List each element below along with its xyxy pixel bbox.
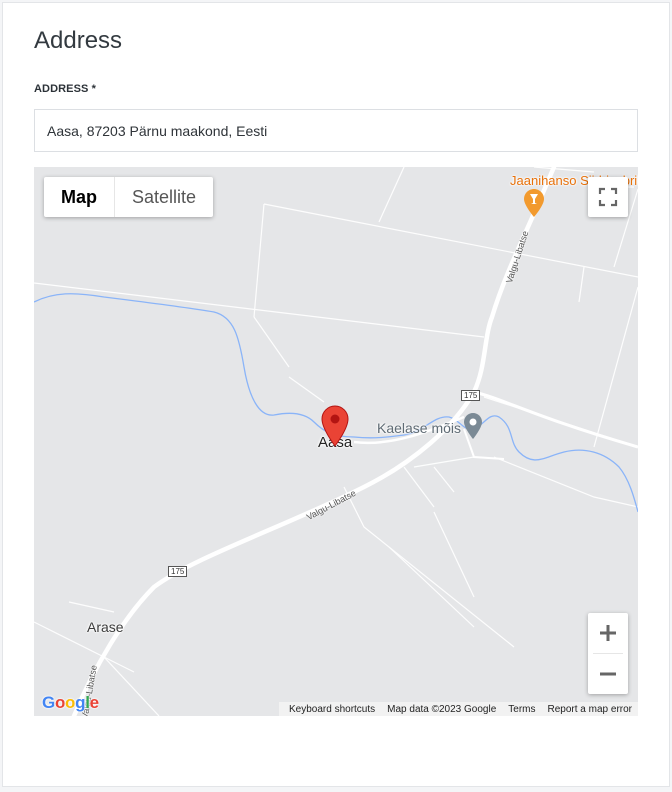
fullscreen-button[interactable] xyxy=(588,177,628,217)
route-shield: 175 xyxy=(461,390,481,401)
place-label-kaelase[interactable]: Kaelase mõis xyxy=(377,420,461,436)
fullscreen-icon xyxy=(598,187,618,207)
map-pin-icon[interactable] xyxy=(321,405,349,447)
map-attribution: Keyboard shortcuts Map data ©2023 Google… xyxy=(278,702,638,716)
zoom-out-icon xyxy=(600,672,616,676)
address-input[interactable] xyxy=(34,109,638,152)
section-title: Address xyxy=(34,27,123,54)
google-logo[interactable]: Google xyxy=(42,693,99,713)
map-type-map-button[interactable]: Map xyxy=(44,177,115,217)
map-type-satellite-button[interactable]: Satellite xyxy=(115,177,213,217)
zoom-control xyxy=(588,613,628,694)
map-data-text: Map data ©2023 Google xyxy=(387,703,497,715)
poi-icon[interactable] xyxy=(464,413,482,439)
zoom-in-button[interactable] xyxy=(588,613,628,653)
address-card: Address ADDRESS * Aasa, 87203 Pärnu maak… xyxy=(2,2,670,787)
place-label-arase: Arase xyxy=(87,619,124,635)
map-type-control: Map Satellite xyxy=(44,177,214,217)
zoom-out-button[interactable] xyxy=(588,654,628,694)
keyboard-shortcuts-link[interactable]: Keyboard shortcuts xyxy=(283,704,381,715)
drink-poi-icon[interactable] xyxy=(524,189,544,217)
address-label: ADDRESS * xyxy=(34,83,97,95)
zoom-in-icon xyxy=(600,625,616,641)
route-shield: 175 xyxy=(168,566,188,577)
map[interactable]: 175 175 Valgu-Libatse Valgu-Libatse Valg… xyxy=(34,167,638,716)
report-map-error-link[interactable]: Report a map error xyxy=(542,704,638,715)
terms-link[interactable]: Terms xyxy=(502,704,541,715)
